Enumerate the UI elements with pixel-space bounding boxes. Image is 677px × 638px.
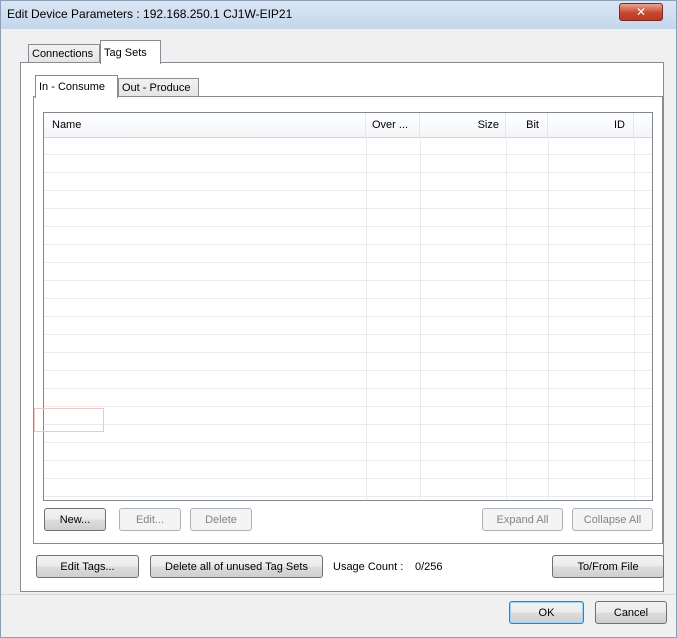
ok-button[interactable]: OK [509,601,584,624]
subtab-out-produce[interactable]: Out - Produce [118,78,199,97]
column-header-bit[interactable]: Bit [506,113,548,137]
table-row[interactable] [44,173,652,191]
subtab-in-consume-label: In - Consume [39,81,106,93]
separator [1,594,675,595]
collapse-all-button[interactable]: Collapse All [572,508,653,531]
usage-count-value: 0/256 [415,561,443,573]
grid-divider [506,137,507,500]
subtab-in-consume[interactable]: In - Consume [35,75,118,98]
table-row[interactable] [44,137,652,155]
edit-button[interactable]: Edit... [119,508,181,531]
table-row[interactable] [44,371,652,389]
table-row[interactable] [44,425,652,443]
usage-count-label: Usage Count : [333,561,404,573]
cancel-button[interactable]: Cancel [595,601,667,624]
column-header-size[interactable]: Size [420,113,506,137]
table-row[interactable] [44,209,652,227]
table-row[interactable] [44,281,652,299]
tag-sets-grid[interactable]: Name Over ... Size Bit ID [43,112,653,501]
tab-tag-sets[interactable]: Tag Sets [100,40,161,64]
to-from-file-button[interactable]: To/From File [552,555,664,578]
table-row[interactable] [44,263,652,281]
new-button[interactable]: New... [44,508,106,531]
table-row[interactable] [44,191,652,209]
column-header-id[interactable]: ID [548,113,634,137]
title-bar[interactable]: Edit Device Parameters : 192.168.250.1 C… [1,1,676,29]
table-row[interactable] [44,443,652,461]
close-icon: ✕ [635,5,647,19]
window-title: Edit Device Parameters : 192.168.250.1 C… [7,7,293,21]
table-row[interactable] [44,155,652,173]
grid-divider [420,137,421,500]
close-button[interactable]: ✕ [619,3,663,21]
grid-header: Name Over ... Size Bit ID [44,113,652,138]
table-row[interactable] [44,353,652,371]
table-row[interactable] [44,461,652,479]
table-row[interactable] [44,227,652,245]
focus-rectangle [34,408,104,432]
grid-divider [548,137,549,500]
table-row[interactable] [44,407,652,425]
tab-connections[interactable]: Connections [28,44,100,63]
table-row[interactable] [44,389,652,407]
table-row[interactable] [44,299,652,317]
grid-divider [634,137,635,500]
table-row[interactable] [44,317,652,335]
grid-divider [366,137,367,500]
table-row[interactable] [44,335,652,353]
edit-tags-button[interactable]: Edit Tags... [36,555,139,578]
tab-connections-label: Connections [32,48,94,60]
column-header-over[interactable]: Over ... [366,113,420,137]
tab-tag-sets-label: Tag Sets [104,46,147,59]
delete-button[interactable]: Delete [190,508,252,531]
table-row[interactable] [44,245,652,263]
subtab-out-produce-label: Out - Produce [122,82,191,94]
column-header-name[interactable]: Name [44,113,366,137]
expand-all-button[interactable]: Expand All [482,508,563,531]
delete-unused-tag-sets-button[interactable]: Delete all of unused Tag Sets [150,555,323,578]
table-row[interactable] [44,479,652,497]
